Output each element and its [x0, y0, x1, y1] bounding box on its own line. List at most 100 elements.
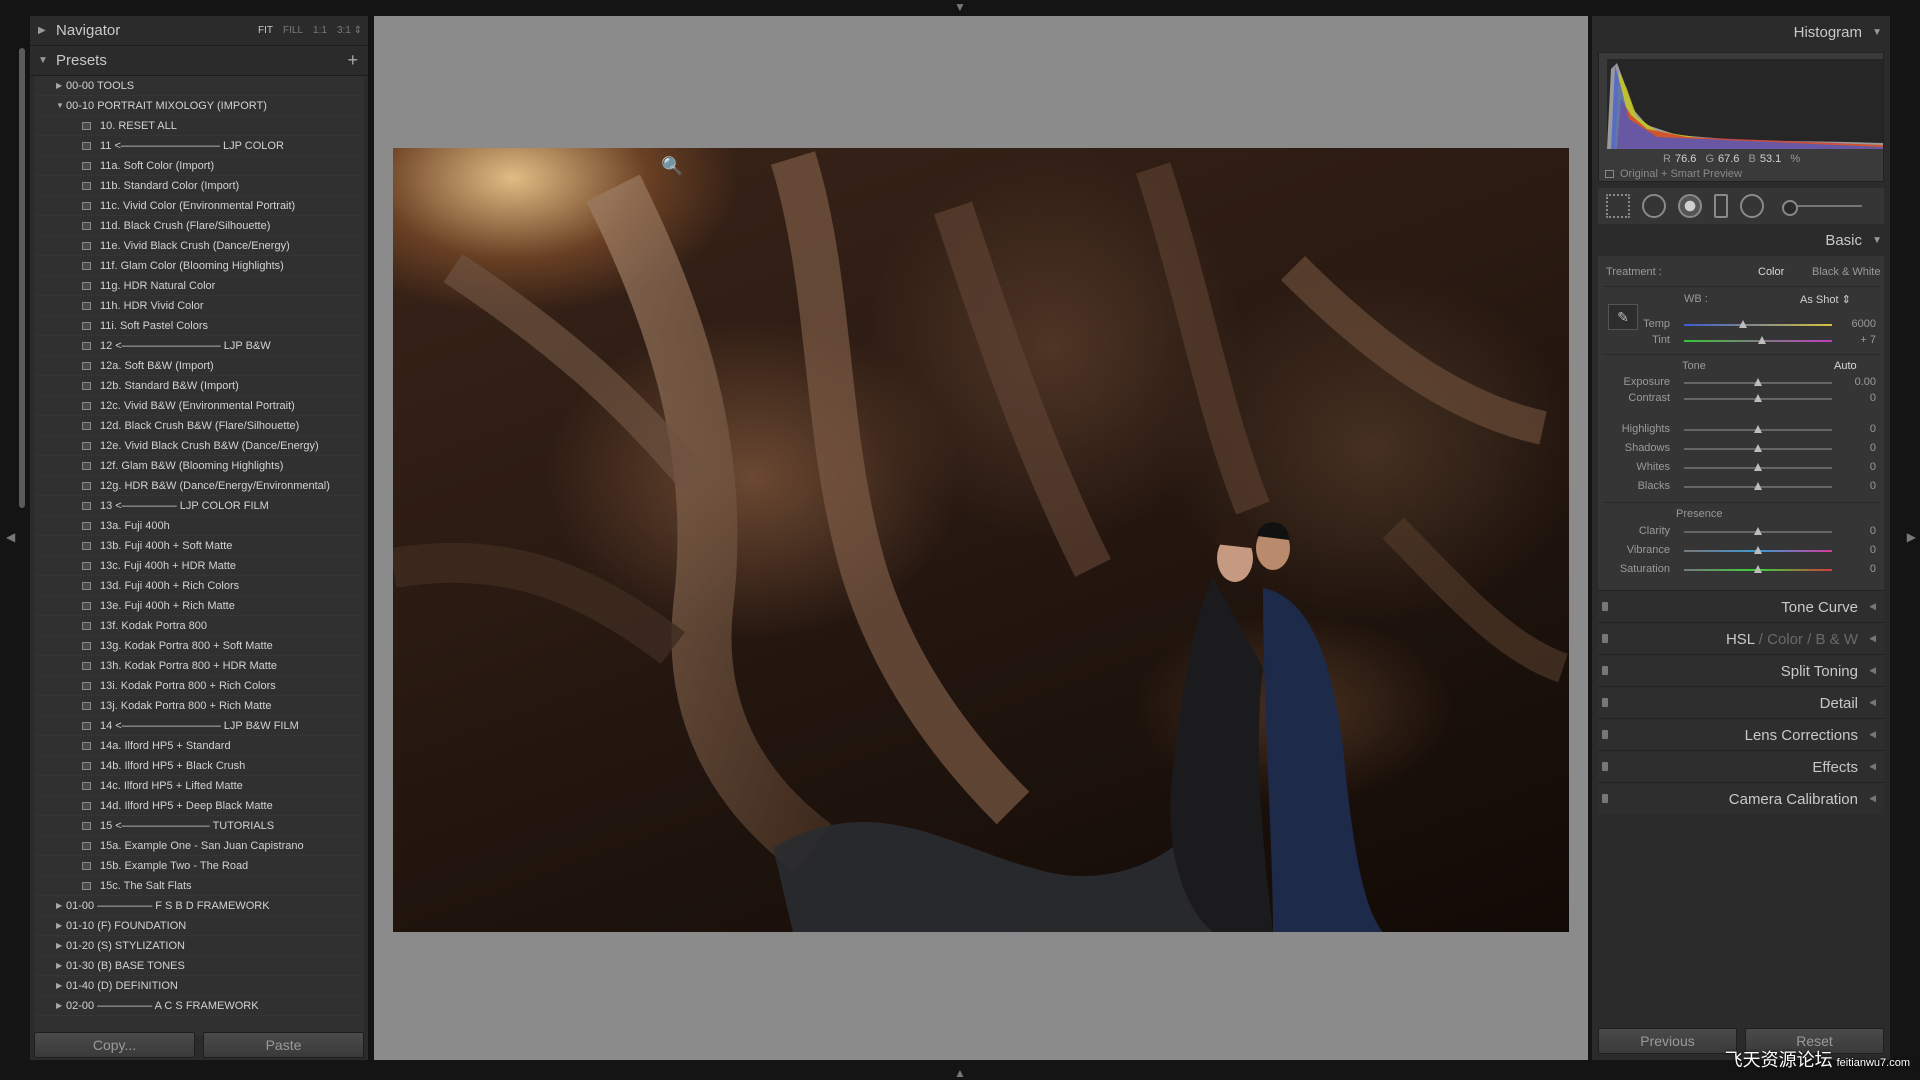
- preset-item[interactable]: 12g. HDR B&W (Dance/Energy/Environmental…: [34, 476, 364, 496]
- panel-switch-icon[interactable]: [1602, 730, 1608, 739]
- whites-track[interactable]: [1684, 463, 1832, 471]
- collapsed-triangle-icon[interactable]: ▶: [56, 896, 62, 916]
- expanded-triangle-icon[interactable]: ▼: [56, 96, 64, 116]
- preset-item[interactable]: 13a. Fuji 400h: [34, 516, 364, 536]
- preset-item[interactable]: 15c. The Salt Flats: [34, 876, 364, 896]
- detail-panel-header[interactable]: Detail ◀: [1598, 686, 1884, 718]
- preset-item[interactable]: 11b. Standard Color (Import): [34, 176, 364, 196]
- crop-overlay-icon[interactable]: [1606, 194, 1630, 218]
- exposure-slider[interactable]: Exposure 0.00: [1598, 375, 1884, 391]
- collapsed-triangle-icon[interactable]: ▶: [56, 76, 62, 96]
- clarity-value[interactable]: 0: [1870, 525, 1876, 537]
- blacks-slider[interactable]: Blacks 0: [1598, 479, 1884, 495]
- histogram-header[interactable]: Histogram ▼: [1592, 16, 1890, 48]
- color-tab[interactable]: Color: [1767, 631, 1803, 648]
- clarity-knob[interactable]: [1754, 527, 1762, 535]
- zoom-fit[interactable]: FIT: [258, 25, 273, 36]
- previous-button[interactable]: Previous: [1598, 1028, 1737, 1054]
- saturation-knob[interactable]: [1754, 565, 1762, 573]
- shadows-knob[interactable]: [1754, 444, 1762, 452]
- panel-switch-icon[interactable]: [1602, 762, 1608, 771]
- preset-item[interactable]: 13d. Fuji 400h + Rich Colors: [34, 576, 364, 596]
- preset-item[interactable]: 14b. Ilford HP5 + Black Crush: [34, 756, 364, 776]
- treatment-color[interactable]: Color: [1758, 266, 1784, 278]
- preset-item[interactable]: 15b. Example Two - The Road: [34, 856, 364, 876]
- bw-tab[interactable]: B & W: [1815, 631, 1858, 648]
- copy-button[interactable]: Copy...: [34, 1032, 195, 1058]
- highlights-track[interactable]: [1684, 425, 1832, 433]
- preset-folder[interactable]: ▶ 01-10 (F) FOUNDATION: [34, 916, 364, 936]
- vibrance-track[interactable]: [1684, 546, 1832, 554]
- blacks-knob[interactable]: [1754, 482, 1762, 490]
- panel-switch-icon[interactable]: [1602, 666, 1608, 675]
- vibrance-value[interactable]: 0: [1870, 544, 1876, 556]
- preset-item[interactable]: 12a. Soft B&W (Import): [34, 356, 364, 376]
- top-panel-toggle-icon[interactable]: ▼: [954, 0, 966, 14]
- camera-calibration-panel-header[interactable]: Camera Calibration ◀: [1598, 782, 1884, 814]
- preset-folder[interactable]: ▶ 01-40 (D) DEFINITION: [34, 976, 364, 996]
- tint-track[interactable]: [1684, 336, 1832, 344]
- preset-item[interactable]: 11 <————————— LJP COLOR: [34, 136, 364, 156]
- tint-value[interactable]: + 7: [1860, 334, 1876, 346]
- collapsed-triangle-icon[interactable]: ▶: [56, 956, 62, 976]
- temp-track[interactable]: [1684, 320, 1832, 328]
- tone-curve-panel-header[interactable]: Tone Curve ◀: [1598, 590, 1884, 622]
- presets-header[interactable]: ▼ Presets +: [30, 46, 368, 76]
- preset-item[interactable]: 13i. Kodak Portra 800 + Rich Colors: [34, 676, 364, 696]
- preset-item[interactable]: 10. RESET ALL: [34, 116, 364, 136]
- vibrance-slider[interactable]: Vibrance 0: [1598, 543, 1884, 559]
- preset-folder[interactable]: ▶ 00-00 TOOLS: [34, 76, 364, 96]
- preset-item[interactable]: 11d. Black Crush (Flare/Silhouette): [34, 216, 364, 236]
- collapsed-triangle-icon[interactable]: ▶: [56, 976, 62, 996]
- exposure-track[interactable]: [1684, 378, 1832, 386]
- preset-folder[interactable]: ▶ 01-00 ————— F S B D FRAMEWORK: [34, 896, 364, 916]
- shadows-value[interactable]: 0: [1870, 442, 1876, 454]
- paste-button[interactable]: Paste: [203, 1032, 364, 1058]
- preset-item[interactable]: 13e. Fuji 400h + Rich Matte: [34, 596, 364, 616]
- preset-item[interactable]: 15 <———————— TUTORIALS: [34, 816, 364, 836]
- contrast-value[interactable]: 0: [1870, 392, 1876, 404]
- wb-dropdown[interactable]: As Shot ⇕: [1800, 293, 1851, 306]
- zoom-1-1[interactable]: 1:1: [313, 25, 327, 36]
- clarity-slider[interactable]: Clarity 0: [1598, 524, 1884, 540]
- contrast-slider[interactable]: Contrast 0: [1598, 391, 1884, 407]
- preset-item[interactable]: 15a. Example One - San Juan Capistrano: [34, 836, 364, 856]
- hsl-tab[interactable]: HSL: [1726, 631, 1755, 648]
- histogram-graph[interactable]: [1607, 59, 1883, 149]
- preset-item[interactable]: 13b. Fuji 400h + Soft Matte: [34, 536, 364, 556]
- temp-slider[interactable]: Temp 6000: [1598, 317, 1884, 333]
- hsl-panel-header[interactable]: HSL / Color / B & W ◀: [1598, 622, 1884, 654]
- adjustment-brush-slider[interactable]: [1782, 200, 1862, 216]
- preset-item[interactable]: 13 <————— LJP COLOR FILM: [34, 496, 364, 516]
- blacks-track[interactable]: [1684, 482, 1832, 490]
- zoom-fill[interactable]: FILL: [283, 25, 303, 36]
- preset-item[interactable]: 13f. Kodak Portra 800: [34, 616, 364, 636]
- exposure-knob[interactable]: [1754, 378, 1762, 386]
- highlights-knob[interactable]: [1754, 425, 1762, 433]
- temp-knob[interactable]: [1739, 320, 1748, 328]
- blacks-value[interactable]: 0: [1870, 480, 1876, 492]
- bottom-panel-toggle-icon[interactable]: ▲: [954, 1066, 966, 1080]
- treatment-black-white[interactable]: Black & White: [1812, 266, 1880, 278]
- preset-item[interactable]: 14a. Ilford HP5 + Standard: [34, 736, 364, 756]
- contrast-knob[interactable]: [1754, 394, 1762, 402]
- right-panel-toggle-icon[interactable]: ▶: [1907, 530, 1916, 544]
- left-panel-scrollbar[interactable]: [19, 48, 25, 508]
- panel-switch-icon[interactable]: [1602, 634, 1608, 643]
- preset-item[interactable]: 11i. Soft Pastel Colors: [34, 316, 364, 336]
- saturation-slider[interactable]: Saturation 0: [1598, 562, 1884, 578]
- lens-corrections-panel-header[interactable]: Lens Corrections ◀: [1598, 718, 1884, 750]
- preset-folder[interactable]: ▶ 02-00 ————— A C S FRAMEWORK: [34, 996, 364, 1016]
- panel-switch-icon[interactable]: [1602, 794, 1608, 803]
- preset-folder[interactable]: ▶ 01-30 (B) BASE TONES: [34, 956, 364, 976]
- preset-item[interactable]: 12 <————————— LJP B&W: [34, 336, 364, 356]
- preset-item[interactable]: 11c. Vivid Color (Environmental Portrait…: [34, 196, 364, 216]
- shadows-track[interactable]: [1684, 444, 1832, 452]
- preset-item[interactable]: 12c. Vivid B&W (Environmental Portrait): [34, 396, 364, 416]
- smart-preview-status[interactable]: Original + Smart Preview: [1605, 168, 1742, 180]
- preset-item[interactable]: 13c. Fuji 400h + HDR Matte: [34, 556, 364, 576]
- zoom-3-1[interactable]: 3:1 ⇕: [337, 25, 362, 36]
- tint-knob[interactable]: [1758, 336, 1767, 344]
- panel-switch-icon[interactable]: [1602, 602, 1608, 611]
- preset-item[interactable]: 13j. Kodak Portra 800 + Rich Matte: [34, 696, 364, 716]
